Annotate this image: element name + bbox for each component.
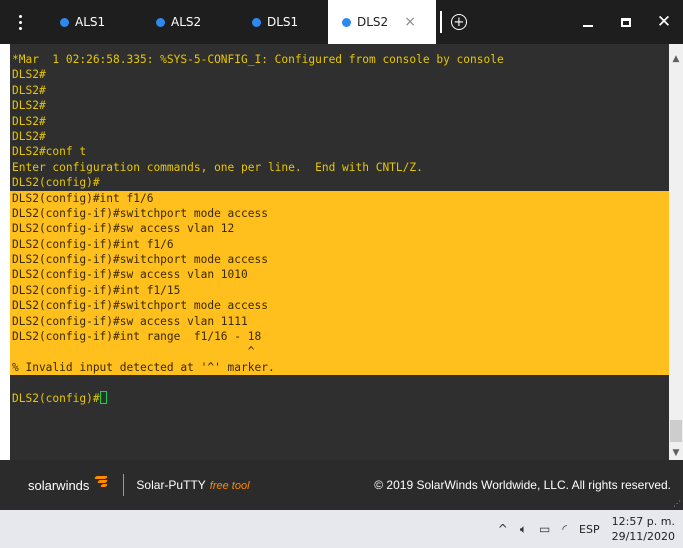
maximize-icon xyxy=(621,17,631,27)
app-footer: solarwinds Solar-PuTTY free tool © 2019 S… xyxy=(0,460,683,510)
terminal-lines: *Mar 1 02:26:58.335: %SYS-5-CONFIG_I: Co… xyxy=(10,52,669,391)
terminal-prompt: DLS2(config)# xyxy=(12,391,100,405)
input-language[interactable]: ESP xyxy=(579,523,600,536)
tab-als2[interactable]: ALS2 xyxy=(136,0,232,44)
tab-status-dot xyxy=(342,17,351,27)
tab-dls1[interactable]: DLS1 xyxy=(232,0,328,44)
terminal-line: DLS2# xyxy=(12,129,46,143)
terminal-line: DLS2(config-if)#sw access vlan 12 xyxy=(10,221,669,237)
minimize-icon xyxy=(583,25,593,27)
terminal-line: *Mar 1 02:26:58.335: %SYS-5-CONFIG_I: Co… xyxy=(12,53,504,66)
terminal-line: DLS2(config-if)#switchport mode access xyxy=(10,252,669,268)
terminal-scrollbar[interactable]: ▲ ▼ xyxy=(669,44,683,460)
scroll-thumb[interactable] xyxy=(670,420,682,442)
product-label: Solar-PuTTY xyxy=(136,478,206,492)
terminal-line: DLS2(config)# xyxy=(12,176,100,190)
tab-close-icon[interactable]: × xyxy=(404,14,416,30)
terminal-cursor xyxy=(99,390,107,404)
terminal-line: Enter configuration commands, one per li… xyxy=(12,160,423,174)
clock-date: 29/11/2020 xyxy=(611,530,675,543)
terminal-line: DLS2# xyxy=(12,114,46,128)
tab-status-dot xyxy=(252,17,261,27)
terminal-line: DLS2# xyxy=(12,68,46,82)
taskbar-clock[interactable]: 12:57 p. m. 29/11/2020 xyxy=(612,514,675,544)
terminal-line: DLS2(config)#int f1/6 xyxy=(10,190,669,206)
show-hidden-icons-chevron-icon[interactable]: ^ xyxy=(498,522,508,536)
terminal-line: DLS2# xyxy=(12,83,46,97)
tab-status-dot xyxy=(60,17,69,27)
plus-circle-icon: + xyxy=(451,14,467,30)
battery-icon[interactable]: ▭ xyxy=(539,522,550,536)
scroll-up-icon[interactable]: ▲ xyxy=(669,52,683,66)
system-tray: ^ 🔈︎ ▭ ◜ ESP 12:57 p. m. 29/11/2020 xyxy=(498,514,675,544)
product-tag: free tool xyxy=(209,480,250,492)
terminal-line: DLS2(config-if)#sw access vlan 1010 xyxy=(10,267,669,283)
terminal-line: DLS2(config-if)#switchport mode access xyxy=(10,205,669,222)
product-name: Solar-PuTTY free tool xyxy=(136,478,249,492)
minimize-button[interactable] xyxy=(569,0,607,44)
solarwinds-mark-icon xyxy=(93,476,109,488)
tab-label: ALS2 xyxy=(171,15,202,29)
resize-grip-icon[interactable]: ⋰ xyxy=(673,499,681,508)
more-options-icon[interactable] xyxy=(0,0,40,44)
terminal-output[interactable]: *Mar 1 02:26:58.335: %SYS-5-CONFIG_I: Co… xyxy=(10,44,669,460)
terminal-prompt-line[interactable]: DLS2(config)# xyxy=(10,390,669,406)
terminal-line: DLS2(config-if)#int range f1/16 - 18 xyxy=(10,329,669,345)
terminal-line: DLS2#conf t xyxy=(12,145,87,159)
tab-label: DLS1 xyxy=(267,15,299,29)
new-tab-button[interactable]: + xyxy=(442,0,476,44)
window-controls: ✕ xyxy=(569,0,683,44)
tab-dls2[interactable]: DLS2 × xyxy=(328,0,436,44)
copyright-text: © 2019 SolarWinds Worldwide, LLC. All ri… xyxy=(374,478,671,492)
tab-bar: ALS1 ALS2 DLS1 DLS2 × + ✕ xyxy=(0,0,683,44)
close-icon: ✕ xyxy=(656,12,672,32)
maximize-button[interactable] xyxy=(607,0,645,44)
close-window-button[interactable]: ✕ xyxy=(645,0,683,44)
terminal-line: DLS2(config-if)#switchport mode access xyxy=(10,298,669,314)
tab-status-dot xyxy=(156,17,165,27)
windows-taskbar: ^ 🔈︎ ▭ ◜ ESP 12:57 p. m. 29/11/2020 xyxy=(0,510,683,548)
terminal-line: ^ xyxy=(10,344,669,360)
tab-label: ALS1 xyxy=(75,15,106,29)
brand-name: solarwinds xyxy=(28,477,90,493)
solarwinds-logo: solarwinds xyxy=(28,476,109,493)
scroll-down-icon[interactable]: ▼ xyxy=(669,446,683,460)
clock-time: 12:57 p. m. xyxy=(611,515,675,528)
volume-icon[interactable]: 🔈︎ xyxy=(520,522,527,537)
terminal-line: DLS2(config-if)#int f1/6 xyxy=(10,236,669,253)
terminal-line: DLS2# xyxy=(12,99,46,113)
tab-label: DLS2 xyxy=(357,15,389,29)
terminal-line: % Invalid input detected at '^' marker. xyxy=(10,359,669,376)
footer-divider xyxy=(123,474,125,496)
terminal-line: DLS2(config-if)#int f1/15 xyxy=(10,282,669,299)
terminal-line: DLS2(config-if)#sw access vlan 1111 xyxy=(10,313,669,330)
wifi-icon[interactable]: ◜ xyxy=(562,522,567,536)
tab-als1[interactable]: ALS1 xyxy=(40,0,136,44)
